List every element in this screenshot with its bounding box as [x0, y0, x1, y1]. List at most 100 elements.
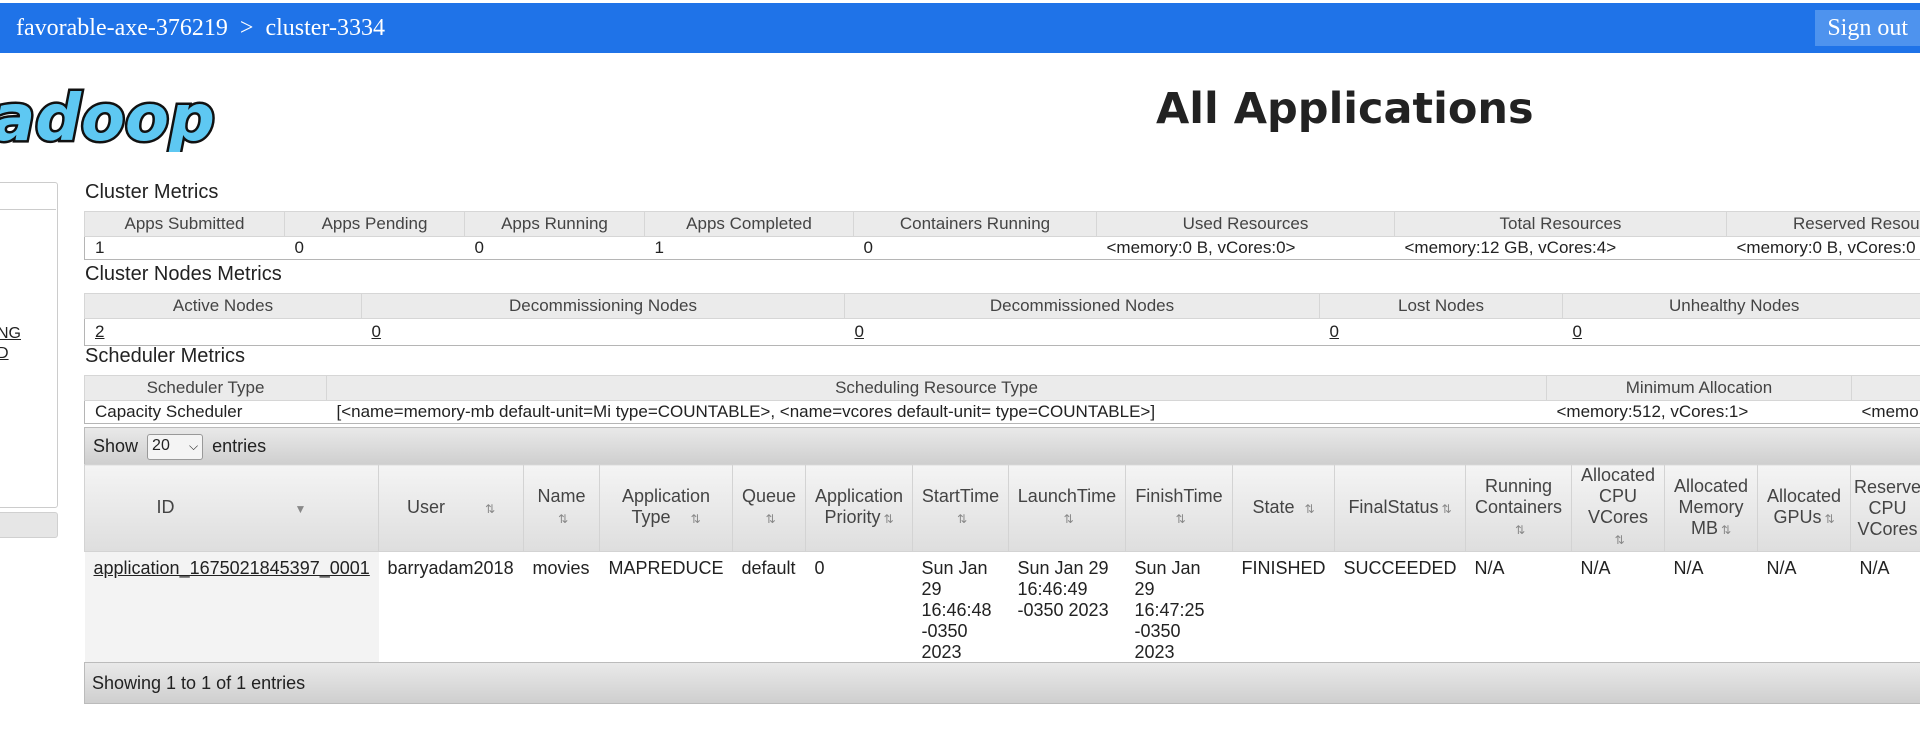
cell-allocated-gpus: N/A	[1766, 558, 1797, 578]
sign-out-button[interactable]: Sign out	[1815, 10, 1920, 46]
column-header-allocated-gpus[interactable]: Allocated GPUs ⇅	[1757, 464, 1851, 552]
link-lost-nodes[interactable]: 0	[1330, 322, 1339, 341]
value-reserved-resources: <memory:0 B, vCores:0	[1726, 236, 1920, 260]
cell-allocated-memory: N/A	[1673, 558, 1704, 578]
sort-icon: ⇅	[1720, 522, 1732, 537]
sort-icon: ⇅	[1063, 512, 1074, 526]
launch-time-line: Sun Jan 29	[1017, 558, 1109, 578]
column-label: Application	[814, 486, 904, 506]
sort-icon: ⇅	[765, 512, 776, 526]
breadcrumb-cluster[interactable]: cluster-3334	[265, 15, 384, 41]
value-scheduling-resource-type: [<name=memory-mb default-unit=Mi type=CO…	[326, 400, 1547, 424]
sort-icon: ⇅	[557, 512, 569, 526]
link-decommissioned-nodes[interactable]: 0	[855, 322, 864, 341]
column-header-finish-time[interactable]: FinishTime ⇅	[1125, 464, 1233, 552]
scheduler-metrics-table: Scheduler Type Scheduling Resource Type …	[84, 375, 1920, 424]
column-label: Running	[1484, 475, 1553, 496]
header-used-resources: Used Resources	[1096, 211, 1395, 237]
table-header-row: ID ▼ User ⇅ Name ⇅ Application Type ⇅ Queue ⇅ …	[84, 464, 1920, 552]
column-header-allocated-cpu-vcores[interactable]: Allocated CPU VCores ⇅	[1571, 464, 1665, 552]
finish-time-line: 16:47:25	[1134, 600, 1205, 620]
cluster-nodes-metrics-title: Cluster Nodes Metrics	[85, 263, 282, 285]
breadcrumb-project[interactable]: favorable-axe-376219	[16, 15, 228, 41]
top-bar: favorable-axe-376219 > cluster-3334 Sign o…	[0, 3, 1920, 53]
table-info: Showing 1 to 1 of 1 entries	[92, 673, 306, 693]
value-containers-running: 0	[853, 236, 1097, 260]
application-id-link[interactable]: application_1675021845397_0001	[94, 558, 370, 578]
cell-name: movies	[532, 558, 590, 578]
header-total-resources: Total Resources	[1394, 211, 1727, 237]
sort-icon: ⇅	[1304, 501, 1315, 516]
column-label: Queue	[741, 486, 797, 506]
finish-time-line: Sun Jan	[1134, 558, 1201, 578]
header-lost-nodes: Lost Nodes	[1319, 293, 1563, 319]
link-unhealthy-nodes[interactable]: 0	[1573, 322, 1582, 341]
column-header-state[interactable]: State ⇅	[1232, 464, 1335, 552]
start-time-line: 29	[921, 579, 942, 599]
cell-start-time: Sun Jan 29 16:46:48 -0350 2023	[913, 552, 1009, 670]
column-header-launch-time[interactable]: LaunchTime ⇅	[1008, 464, 1126, 552]
column-header-application-type[interactable]: Application Type ⇅	[599, 464, 733, 552]
sort-icon: ⇅	[883, 512, 894, 526]
value-apps-completed: 1	[644, 236, 854, 260]
sort-icon: ⇅	[1441, 501, 1452, 516]
finish-time-line: 29	[1134, 579, 1155, 599]
cell-queue: default	[741, 558, 796, 578]
header-scheduling-resource-type: Scheduling Resource Type	[326, 375, 1547, 401]
column-header-application-priority[interactable]: Application Priority ⇅	[805, 464, 913, 552]
header-apps-pending: Apps Pending	[284, 211, 465, 237]
column-header-running-containers[interactable]: Running Containers ⇅	[1465, 464, 1572, 552]
chevron-down-icon: ⌵	[188, 439, 199, 454]
column-label: LaunchTime	[1017, 486, 1117, 506]
column-header-user[interactable]: User ⇅	[378, 464, 524, 552]
column-label: Containers	[1474, 496, 1563, 517]
page-size-select[interactable]: 20 ⌵	[147, 434, 204, 461]
column-header-allocated-memory-mb[interactable]: Allocated Memory MB ⇅	[1664, 464, 1758, 552]
column-label: Memory	[1678, 496, 1744, 517]
launch-time-line: 16:46:49	[1017, 579, 1088, 599]
value-minimum-allocation: <memory:512, vCores:1>	[1546, 400, 1852, 424]
column-label: Application	[621, 486, 711, 506]
sort-icon: ⇅	[484, 501, 496, 516]
column-label: CPU	[1868, 497, 1907, 518]
value-apps-running: 0	[464, 236, 645, 260]
column-header-start-time[interactable]: StartTime ⇅	[912, 464, 1009, 552]
sort-desc-icon: ▼	[294, 501, 307, 516]
sort-icon: ⇅	[1514, 522, 1526, 537]
sort-icon: ⇅	[1175, 512, 1186, 526]
sidebar-panel: NG D	[0, 182, 58, 508]
header-unhealthy-nodes: Unhealthy Nodes	[1562, 293, 1920, 319]
applications-table: ID ▼ User ⇅ Name ⇅ Application Type ⇅ Queue ⇅ …	[84, 464, 1920, 669]
column-label: Priority	[824, 507, 881, 527]
hadoop-logo[interactable]: adoop	[0, 84, 216, 152]
cell-allocated-cpu: N/A	[1580, 558, 1611, 578]
finish-time-line: -0350	[1134, 621, 1181, 641]
column-header-queue[interactable]: Queue ⇅	[732, 464, 806, 552]
column-label: Reserve	[1853, 476, 1920, 497]
column-label: FinalStatus	[1348, 496, 1439, 517]
column-label: Allocated	[1766, 486, 1842, 506]
column-header-name[interactable]: Name ⇅	[523, 464, 600, 552]
launch-time-line: -0350 2023	[1017, 600, 1109, 620]
sort-icon: ⇅	[956, 512, 968, 526]
cluster-metrics-title: Cluster Metrics	[85, 181, 219, 203]
column-label: State	[1252, 496, 1295, 517]
cell-user: barryadam2018	[387, 558, 514, 578]
link-decommissioning-nodes[interactable]: 0	[372, 322, 381, 341]
header-containers-running: Containers Running	[853, 211, 1097, 237]
value-apps-pending: 0	[284, 236, 465, 260]
sidebar-link-finished[interactable]: D	[0, 345, 9, 363]
column-header-final-status[interactable]: FinalStatus ⇅	[1334, 464, 1466, 552]
header-apps-running: Apps Running	[464, 211, 645, 237]
column-header-reserved-cpu-vcores[interactable]: Reserve CPU VCores	[1850, 464, 1920, 552]
logo-text: adoop	[0, 84, 215, 152]
value-scheduler-type: Capacity Scheduler	[84, 400, 327, 424]
sort-icon: ⇅	[1824, 512, 1835, 526]
scheduler-metrics-title: Scheduler Metrics	[85, 345, 246, 367]
header-decommissioned-nodes: Decommissioned Nodes	[844, 293, 1320, 319]
column-header-id[interactable]: ID ▼	[84, 464, 379, 552]
link-active-nodes[interactable]: 2	[95, 322, 104, 341]
column-label: StartTime	[921, 486, 1000, 506]
sidebar-link-running[interactable]: NG	[0, 325, 21, 343]
column-label: VCores	[1857, 518, 1918, 539]
